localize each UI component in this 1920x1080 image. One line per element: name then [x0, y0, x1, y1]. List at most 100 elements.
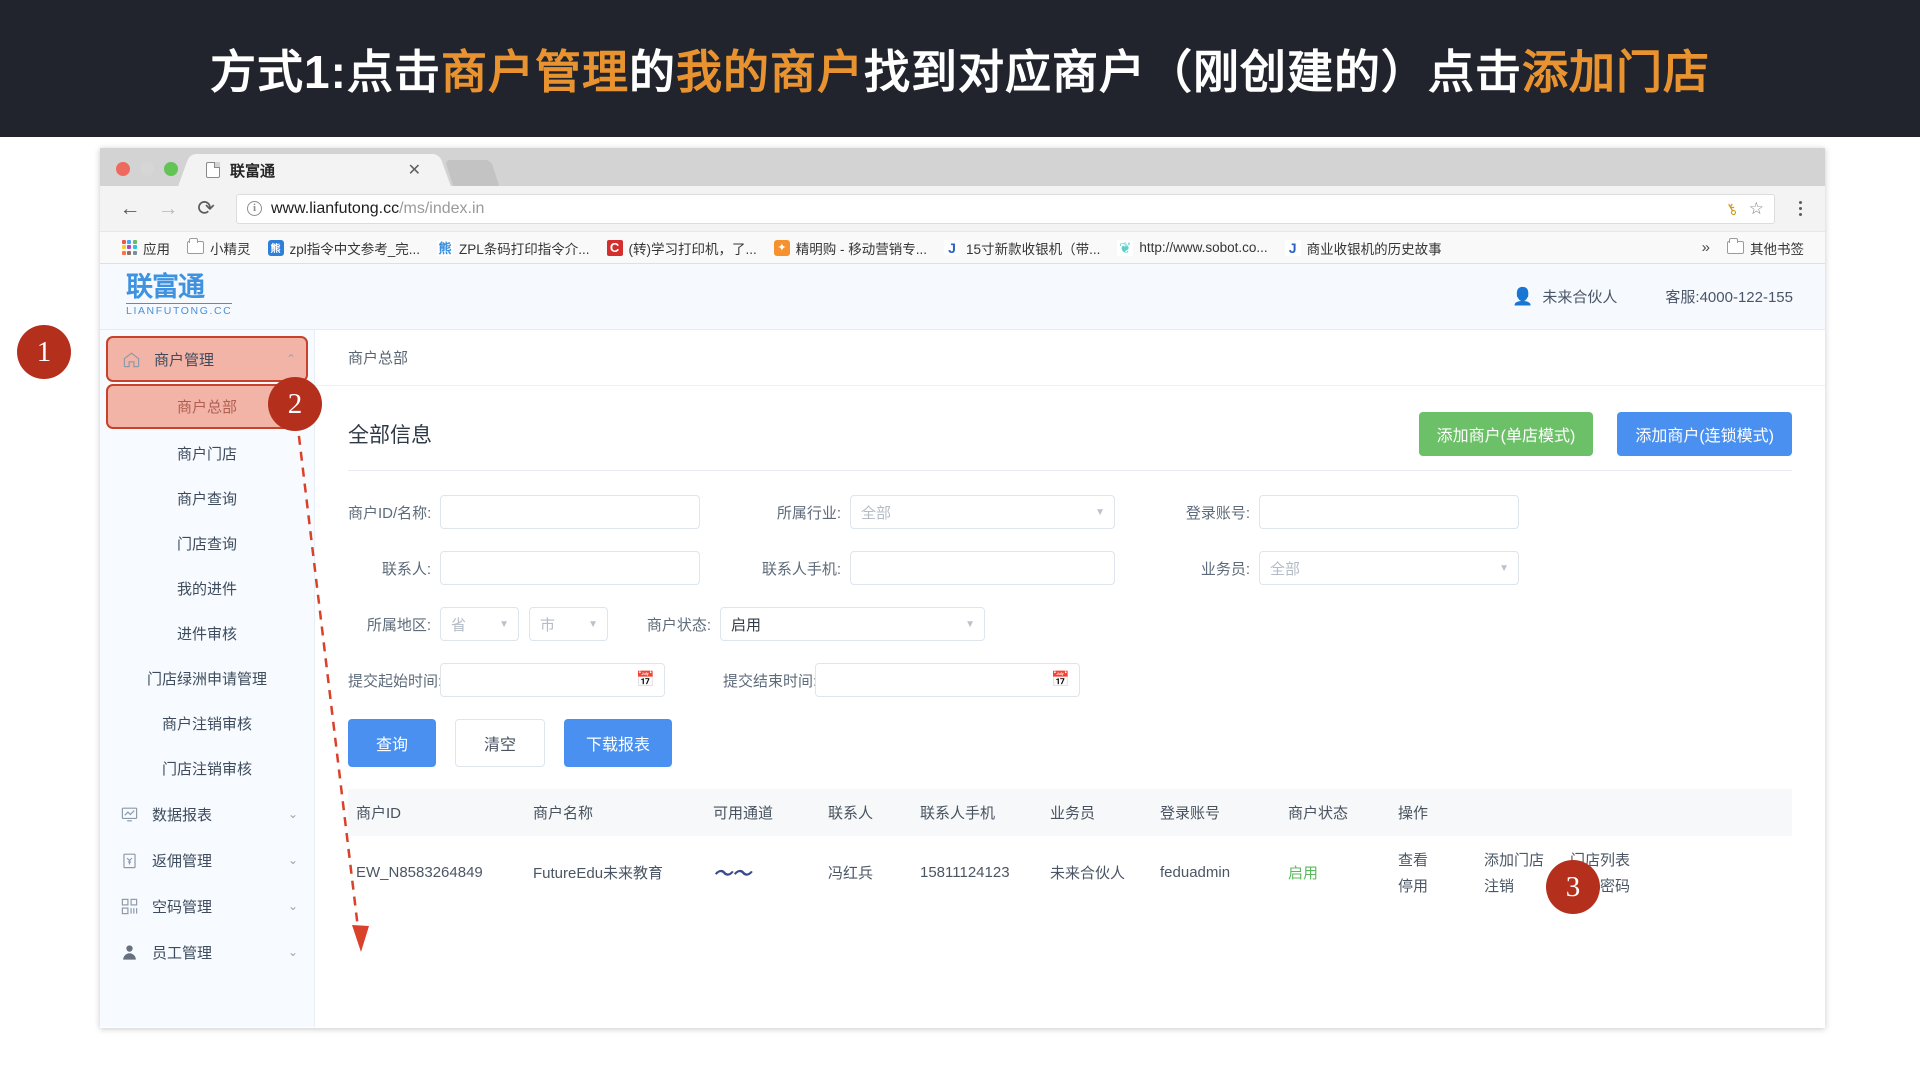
add-store-link[interactable]: 添加门店	[1484, 849, 1544, 870]
site-info-icon[interactable]: i	[247, 201, 262, 216]
url-path: /ms/index.in	[399, 199, 485, 217]
bookmark-label: zpl指令中文参考_完...	[289, 241, 421, 257]
current-user[interactable]: 👤 未来合伙人	[1512, 286, 1617, 307]
field-login-account: 登录账号:	[1173, 495, 1519, 529]
calendar-icon[interactable]: 📅	[1051, 670, 1070, 688]
bookmark-apps[interactable]: 应用	[114, 235, 177, 261]
chevron-down-icon[interactable]: ⌄	[288, 945, 298, 959]
login-account-input[interactable]	[1259, 495, 1519, 529]
merchant-id-input[interactable]	[440, 495, 700, 529]
bookmark-zpl-barcode[interactable]: 熊 ZPL条码打印指令介...	[430, 235, 597, 261]
sidebar-sub-label: 进件审核	[176, 626, 237, 643]
bookmark-other[interactable]: 其他书签	[1720, 235, 1811, 261]
minimize-window-button[interactable]	[140, 162, 154, 176]
sidebar-item-staff-management[interactable]: 员工管理 ⌄	[100, 929, 314, 975]
back-button[interactable]: ←	[114, 193, 146, 225]
bookmark-label: 精明购 - 移动营销专...	[795, 241, 928, 257]
maximize-window-button[interactable]	[164, 162, 178, 176]
bookmark-folder-xiaojingling[interactable]: 小精灵	[180, 235, 258, 261]
download-report-button[interactable]: 下载报表	[564, 719, 673, 767]
chevron-up-icon[interactable]: ⌃	[286, 352, 296, 366]
browser-tab-strip: 联富通 ✕	[100, 148, 1825, 186]
sidebar-item-application-review[interactable]: 进件审核	[100, 611, 314, 656]
site-logo[interactable]: 联富通 LIANFUTONG.CC	[126, 274, 276, 319]
sidebar-item-my-applications[interactable]: 我的进件	[100, 566, 314, 611]
sidebar-item-store-cancel-review[interactable]: 门店注销审核	[100, 746, 314, 791]
field-start-time: 提交起始时间: 📅	[348, 663, 665, 697]
page-title: 全部信息	[348, 424, 432, 447]
calendar-icon[interactable]: 📅	[636, 670, 655, 688]
sidebar-item-store-oasis-application[interactable]: 门店绿洲申请管理	[100, 656, 314, 701]
sidebar-sub-label: 门店注销审核	[161, 761, 252, 778]
new-tab-button[interactable]	[444, 160, 500, 186]
close-tab-icon[interactable]: ✕	[402, 160, 427, 180]
store-list-link[interactable]: 门店列表	[1570, 849, 1630, 870]
field-label: 提交起始时间:	[348, 672, 443, 690]
address-bar[interactable]: i www.lianfutong.cc/ms/index.in ⚷ ☆	[236, 193, 1775, 224]
sidebar-item-store-query[interactable]: 门店查询	[100, 521, 314, 566]
bookmark-cashier-history[interactable]: J 商业收银机的历史故事	[1278, 235, 1449, 261]
contact-input[interactable]	[440, 551, 700, 585]
field-contact-phone: 联系人手机:	[758, 551, 1115, 585]
view-link[interactable]: 查看	[1398, 849, 1428, 870]
bookmark-cashier-15inch[interactable]: J 15寸新款收银机（带...	[937, 235, 1107, 261]
cell-phone: 15811124123	[920, 836, 1050, 909]
sidebar-item-merchant-headquarters[interactable]: 商户总部	[106, 384, 308, 429]
merchant-status-select[interactable]: 启用 ▼	[720, 607, 985, 641]
field-label: 登录账号:	[1185, 504, 1250, 522]
start-time-input[interactable]	[440, 663, 665, 697]
sidebar-sub-label: 门店绿洲申请管理	[146, 671, 267, 688]
bookmark-sobot[interactable]: ❦ http://www.sobot.co...	[1110, 237, 1274, 259]
add-merchant-single-button[interactable]: 添加商户(单店模式)	[1418, 412, 1594, 456]
banner-highlight-1: 商户管理	[440, 45, 629, 98]
sidebar-item-blank-code-management[interactable]: 空码管理 ⌄	[100, 883, 314, 929]
panel-header: 全部信息 添加商户(单店模式) 添加商户(连锁模式)	[348, 412, 1792, 456]
sidebar-item-merchant-management[interactable]: 商户管理 ⌃	[106, 336, 308, 382]
bookmark-csdn-printer[interactable]: C (转)学习打印机，了...	[600, 235, 764, 261]
browser-tab[interactable]: 联富通 ✕	[192, 154, 437, 186]
table-row[interactable]: EW_N8583264849 FutureEdu未来教育 〜〜 冯红兵 1581…	[348, 836, 1792, 909]
sidebar-label: 员工管理	[152, 944, 213, 962]
bookmark-jingminggou[interactable]: ✦ 精明购 - 移动营销专...	[767, 235, 934, 261]
clear-button[interactable]: 清空	[455, 719, 546, 767]
city-select[interactable]: 市 ▼	[529, 607, 608, 641]
home-icon	[122, 350, 141, 369]
url-text: www.lianfutong.cc/ms/index.in	[271, 200, 484, 218]
banner-seg-2: 的	[628, 45, 676, 98]
chevron-down-icon: ▼	[588, 618, 598, 630]
reload-button[interactable]: ⟳	[190, 193, 222, 225]
sidebar-item-rebate-management[interactable]: 返佣管理 ⌄	[100, 837, 314, 883]
op-group-list: 门店列表 重置密码	[1570, 849, 1656, 896]
sidebar-item-merchant-cancel-review[interactable]: 商户注销审核	[100, 701, 314, 746]
chevron-down-icon[interactable]: ⌄	[288, 899, 298, 913]
province-select[interactable]: 省 ▼	[440, 607, 519, 641]
sidebar-item-merchant-query[interactable]: 商户查询	[100, 476, 314, 521]
bookmarks-more-icon[interactable]: »	[1702, 239, 1710, 256]
disable-link[interactable]: 停用	[1398, 875, 1428, 896]
end-time-input[interactable]	[815, 663, 1080, 697]
sidebar-item-merchant-stores[interactable]: 商户门店	[100, 431, 314, 476]
cancel-link[interactable]: 注销	[1484, 875, 1514, 896]
cell-merchant-name: FutureEdu未来教育	[533, 836, 713, 909]
chevron-down-icon[interactable]: ⌄	[288, 807, 298, 821]
password-key-icon[interactable]: ⚷	[1722, 198, 1740, 219]
bookmark-zpl-reference[interactable]: 熊 zpl指令中文参考_完...	[261, 235, 428, 261]
industry-select[interactable]: 全部 ▼	[850, 495, 1115, 529]
reset-password-link[interactable]: 重置密码	[1570, 875, 1630, 896]
query-button[interactable]: 查询	[348, 719, 437, 767]
add-merchant-chain-button[interactable]: 添加商户(连锁模式)	[1617, 412, 1792, 456]
sidebar-item-data-reports[interactable]: 数据报表 ⌄	[100, 791, 314, 837]
breadcrumb: 商户总部	[315, 330, 1825, 386]
contact-phone-input[interactable]	[850, 551, 1115, 585]
chevron-down-icon[interactable]: ⌄	[288, 853, 298, 867]
banner-seg-1: 方式1:点击	[210, 45, 441, 98]
forward-button[interactable]: →	[152, 193, 184, 225]
browser-menu-icon[interactable]	[1789, 201, 1811, 216]
bookmark-star-icon[interactable]: ☆	[1749, 199, 1764, 219]
header-right: 👤 未来合伙人 客服:4000-122-155	[1512, 286, 1793, 307]
sidebar-sub-label: 商户注销审核	[161, 716, 252, 733]
filter-row-4: 提交起始时间: 📅 提交结束时间: 📅	[348, 663, 1792, 697]
close-window-button[interactable]	[116, 162, 130, 176]
sidebar-sub-label: 商户查询	[176, 491, 237, 508]
salesman-select[interactable]: 全部 ▼	[1259, 551, 1519, 585]
